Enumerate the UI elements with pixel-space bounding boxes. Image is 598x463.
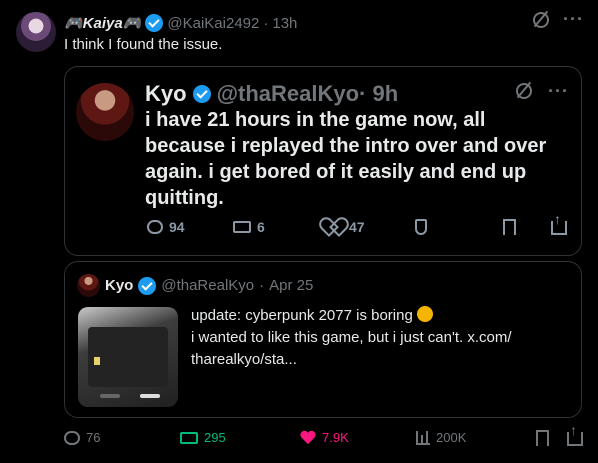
more-options-icon[interactable]: ··· (548, 82, 569, 100)
reply-icon (64, 430, 80, 445)
thumbnail-screen (88, 327, 168, 387)
author-name[interactable]: 🎮Kaiya🎮 (64, 14, 141, 32)
nested-author-avatar[interactable] (77, 274, 100, 297)
author-avatar[interactable] (16, 12, 56, 52)
bookmark-icon (536, 430, 549, 446)
media-thumbnail[interactable] (78, 307, 178, 407)
separator-dot: · (263, 14, 269, 32)
like-button[interactable]: 7.9K (300, 430, 349, 445)
bookmark-button[interactable] (503, 219, 516, 235)
repost-button[interactable]: 6 (233, 219, 265, 235)
repost-icon (233, 221, 251, 233)
tweet-header: 🎮Kaiya🎮 @KaiKai2492 · 13h (64, 13, 297, 33)
like-count: 47 (349, 219, 365, 235)
bookmark-button[interactable] (536, 430, 549, 446)
like-count: 7.9K (322, 430, 349, 445)
verified-badge-icon (145, 14, 164, 32)
quoted-action-bar: 94 6 47 (147, 212, 567, 241)
views-chart-icon (416, 430, 430, 445)
thumbnail-button-left (100, 394, 120, 398)
quoted-author-name[interactable]: Kyo (145, 81, 187, 107)
quoted-header: Kyo @thaRealKyo · 9h (145, 81, 398, 107)
grok-icon[interactable] (516, 83, 533, 99)
nested-header: Kyo @thaRealKyo · Apr 25 (77, 274, 313, 297)
tweet-time[interactable]: 13h (272, 15, 297, 32)
repost-button[interactable]: 295 (180, 430, 226, 445)
more-options-icon[interactable]: ··· (563, 10, 584, 28)
quoted-time[interactable]: · 9h (359, 81, 398, 107)
heart-filled-icon (300, 431, 316, 445)
thumbnail-button-right (140, 394, 160, 398)
nested-text-line2[interactable]: i wanted to like this game, but i just c… (191, 327, 541, 349)
reply-button[interactable]: 76 (64, 430, 100, 445)
nested-text-line3[interactable]: tharealkyo/sta... (191, 349, 541, 371)
share-icon (567, 423, 583, 446)
tweet-text: I think I found the issue. (64, 36, 223, 53)
like-button[interactable]: 47 (325, 219, 365, 235)
views-button[interactable]: 200K (416, 430, 466, 445)
separator-dot: · (259, 277, 265, 294)
nested-author-handle[interactable]: @thaRealKyo (161, 277, 254, 294)
reply-count: 94 (169, 219, 185, 235)
share-button[interactable] (551, 212, 567, 235)
nested-date[interactable]: Apr 25 (269, 277, 313, 294)
thumbnail-game-icon (94, 357, 100, 365)
thumbs-down-icon (415, 219, 427, 235)
repost-icon (180, 431, 198, 444)
nested-text: update: cyberpunk 2077 is boring i wante… (191, 305, 541, 371)
quoted-text: i have 21 hours in the game now, all bec… (145, 109, 547, 209)
quoted-author-handle[interactable]: @thaRealKyo (217, 81, 359, 107)
nested-quote-card[interactable]: Kyo @thaRealKyo · Apr 25 update: cyberpu… (64, 261, 582, 418)
verified-badge-icon (192, 85, 211, 103)
reply-icon (147, 220, 163, 234)
bookmark-icon (503, 219, 516, 235)
grok-icon[interactable] (533, 12, 550, 28)
verified-badge-icon (138, 276, 157, 295)
reply-button[interactable]: 94 (147, 219, 185, 235)
quoted-top-actions: ··· (516, 82, 569, 100)
nested-author-name[interactable]: Kyo (105, 277, 133, 294)
repost-count: 295 (204, 430, 226, 445)
quoted-author-avatar[interactable] (76, 83, 134, 141)
views-count: 200K (436, 430, 467, 445)
downvote-button[interactable] (415, 219, 427, 235)
share-button[interactable] (567, 423, 583, 446)
author-handle[interactable]: @KaiKai2492 (167, 15, 259, 32)
share-icon (551, 212, 567, 235)
tweet-top-actions: ··· (533, 10, 584, 28)
heart-icon (325, 219, 343, 235)
repost-count: 6 (257, 219, 265, 235)
tweet-action-bar: 76 295 7.9K 200K (64, 423, 584, 452)
nested-text-line1: update: cyberpunk 2077 is boring (191, 307, 413, 324)
reply-count: 76 (86, 430, 101, 445)
yawning-face-icon (417, 306, 433, 322)
quoted-tweet-card[interactable]: Kyo @thaRealKyo · 9h ··· i have 21 hours… (64, 66, 582, 256)
